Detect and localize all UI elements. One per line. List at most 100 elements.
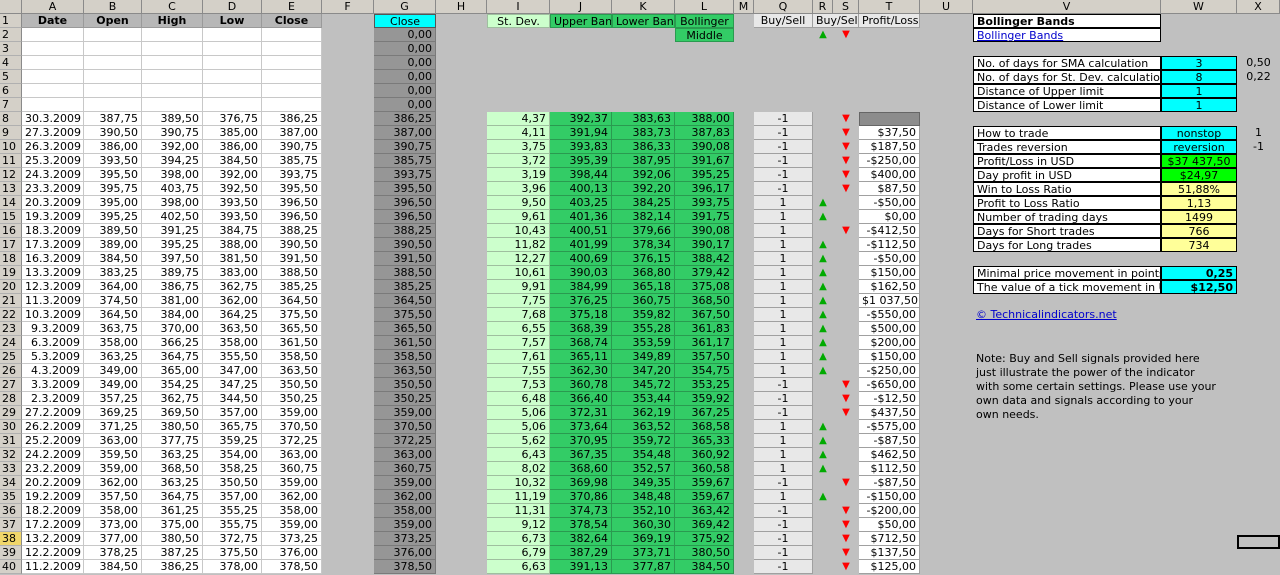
row-header-9[interactable]: 9	[0, 126, 22, 140]
row-header-18[interactable]: 18	[0, 252, 22, 266]
cell-open[interactable]: 358,00	[84, 504, 142, 518]
cell-open[interactable]: 389,00	[84, 238, 142, 252]
cell-date[interactable]: 2.3.2009	[22, 392, 84, 406]
cell-middle-band[interactable]: 391,67	[675, 154, 734, 168]
cell-stdev[interactable]: 6,63	[487, 560, 550, 574]
cell-upper-band[interactable]: 362,30	[550, 364, 612, 378]
cell-low[interactable]: 393,50	[203, 210, 262, 224]
cell-low[interactable]: 385,00	[203, 126, 262, 140]
cell-date[interactable]: 23.2.2009	[22, 462, 84, 476]
empty-cell[interactable]	[22, 84, 84, 98]
cell-close-g[interactable]: 376,00	[374, 546, 436, 560]
cell-high[interactable]: 392,00	[142, 140, 203, 154]
cell-close[interactable]: 359,00	[262, 406, 322, 420]
cell-high[interactable]: 368,50	[142, 462, 203, 476]
cell-high[interactable]: 380,50	[142, 532, 203, 546]
cell-stdev[interactable]: 9,61	[487, 210, 550, 224]
cell-buysell[interactable]: 1	[754, 210, 813, 224]
row-header-24[interactable]: 24	[0, 336, 22, 350]
cell-date[interactable]: 25.3.2009	[22, 154, 84, 168]
cell-close-g[interactable]: 350,25	[374, 392, 436, 406]
cell-close-g[interactable]: 390,50	[374, 238, 436, 252]
cell-middle-band[interactable]: 375,92	[675, 532, 734, 546]
cell-buysell[interactable]: 1	[754, 336, 813, 350]
row-header-33[interactable]: 33	[0, 462, 22, 476]
cell-upper-band[interactable]: 367,35	[550, 448, 612, 462]
cell-stdev[interactable]: 6,73	[487, 532, 550, 546]
site-link[interactable]: © Technicalindicators.net	[973, 308, 1161, 322]
cell-open[interactable]: 363,25	[84, 350, 142, 364]
cell-low[interactable]: 355,50	[203, 350, 262, 364]
cell-open[interactable]: 364,50	[84, 308, 142, 322]
cell-close[interactable]: 372,25	[262, 434, 322, 448]
cell-stdev[interactable]: 8,02	[487, 462, 550, 476]
cell-buysell[interactable]: -1	[754, 154, 813, 168]
cell-close[interactable]: 386,25	[262, 112, 322, 126]
cell-open[interactable]: 383,25	[84, 266, 142, 280]
cell-profit-loss[interactable]: -$412,50	[859, 224, 920, 238]
cell-high[interactable]: 402,50	[142, 210, 203, 224]
cell-low[interactable]: 358,00	[203, 336, 262, 350]
cell-close[interactable]: 390,50	[262, 238, 322, 252]
cell-date[interactable]: 4.3.2009	[22, 364, 84, 378]
cell-lower-band[interactable]: 369,19	[612, 532, 675, 546]
cell-close-g[interactable]: 362,00	[374, 490, 436, 504]
cell-upper-band[interactable]: 403,25	[550, 196, 612, 210]
cell-buysell[interactable]: 1	[754, 462, 813, 476]
cell-stdev[interactable]: 12,27	[487, 252, 550, 266]
row-header-28[interactable]: 28	[0, 392, 22, 406]
cell-close-g[interactable]: 386,25	[374, 112, 436, 126]
cell-lower-band[interactable]: 392,06	[612, 168, 675, 182]
column-header-u[interactable]: U	[920, 0, 973, 14]
cell-buysell[interactable]: -1	[754, 546, 813, 560]
cell-close-g[interactable]: 396,50	[374, 210, 436, 224]
cell-low[interactable]: 359,25	[203, 434, 262, 448]
cell-lower-band[interactable]: 368,80	[612, 266, 675, 280]
param-input[interactable]: 8	[1161, 70, 1237, 84]
cell-close-g[interactable]: 372,25	[374, 434, 436, 448]
row-header-6[interactable]: 6	[0, 84, 22, 98]
cell-close-g[interactable]: 395,50	[374, 182, 436, 196]
cell-upper-band[interactable]: 370,95	[550, 434, 612, 448]
stat-value[interactable]: reversion	[1161, 140, 1237, 154]
cell-stdev[interactable]: 6,43	[487, 448, 550, 462]
cell-date[interactable]: 9.3.2009	[22, 322, 84, 336]
cell-close-g[interactable]: 359,00	[374, 406, 436, 420]
empty-cell[interactable]	[262, 56, 322, 70]
cell-buysell[interactable]: 1	[754, 350, 813, 364]
cell-profit-loss-empty[interactable]	[859, 112, 920, 126]
column-header-k[interactable]: K	[612, 0, 675, 14]
cell-high[interactable]: 397,50	[142, 252, 203, 266]
cell-profit-loss[interactable]: $137,50	[859, 546, 920, 560]
cell-middle-band[interactable]: 368,58	[675, 420, 734, 434]
column-header-s[interactable]: S	[833, 0, 859, 14]
cell-high[interactable]: 377,75	[142, 434, 203, 448]
cell-low[interactable]: 378,00	[203, 560, 262, 574]
cell-close[interactable]: 378,50	[262, 560, 322, 574]
empty-cell[interactable]	[203, 70, 262, 84]
cell-profit-loss[interactable]: $150,00	[859, 350, 920, 364]
cell-middle-band[interactable]: 367,50	[675, 308, 734, 322]
cell-open[interactable]: 363,75	[84, 322, 142, 336]
cell-low[interactable]: 381,50	[203, 252, 262, 266]
cell-middle-band[interactable]: 367,25	[675, 406, 734, 420]
cell-lower-band[interactable]: 386,33	[612, 140, 675, 154]
empty-cell[interactable]	[262, 28, 322, 42]
spreadsheet[interactable]: A B C D E F G H I J K L M Q R S T U V W X 1 2 3 4 5 6 7 8 9 10 11 12 13 14…	[0, 0, 1280, 575]
cell-low[interactable]: 384,50	[203, 154, 262, 168]
cell-stdev[interactable]: 5,62	[487, 434, 550, 448]
cell-lower-band[interactable]: 377,87	[612, 560, 675, 574]
cell-buysell[interactable]: 1	[754, 294, 813, 308]
cell-profit-loss[interactable]: $500,00	[859, 322, 920, 336]
cell-upper-band[interactable]: 393,83	[550, 140, 612, 154]
cell-buysell[interactable]: 1	[754, 448, 813, 462]
cell-upper-band[interactable]: 390,03	[550, 266, 612, 280]
close-g-empty[interactable]: 0,00	[374, 28, 436, 42]
cell-upper-band[interactable]: 400,69	[550, 252, 612, 266]
cell-date[interactable]: 17.2.2009	[22, 518, 84, 532]
cell-profit-loss[interactable]: $187,50	[859, 140, 920, 154]
cell-profit-loss[interactable]: -$50,00	[859, 196, 920, 210]
empty-cell[interactable]	[262, 70, 322, 84]
column-header-b[interactable]: B	[84, 0, 142, 14]
cell-close[interactable]: 396,50	[262, 210, 322, 224]
